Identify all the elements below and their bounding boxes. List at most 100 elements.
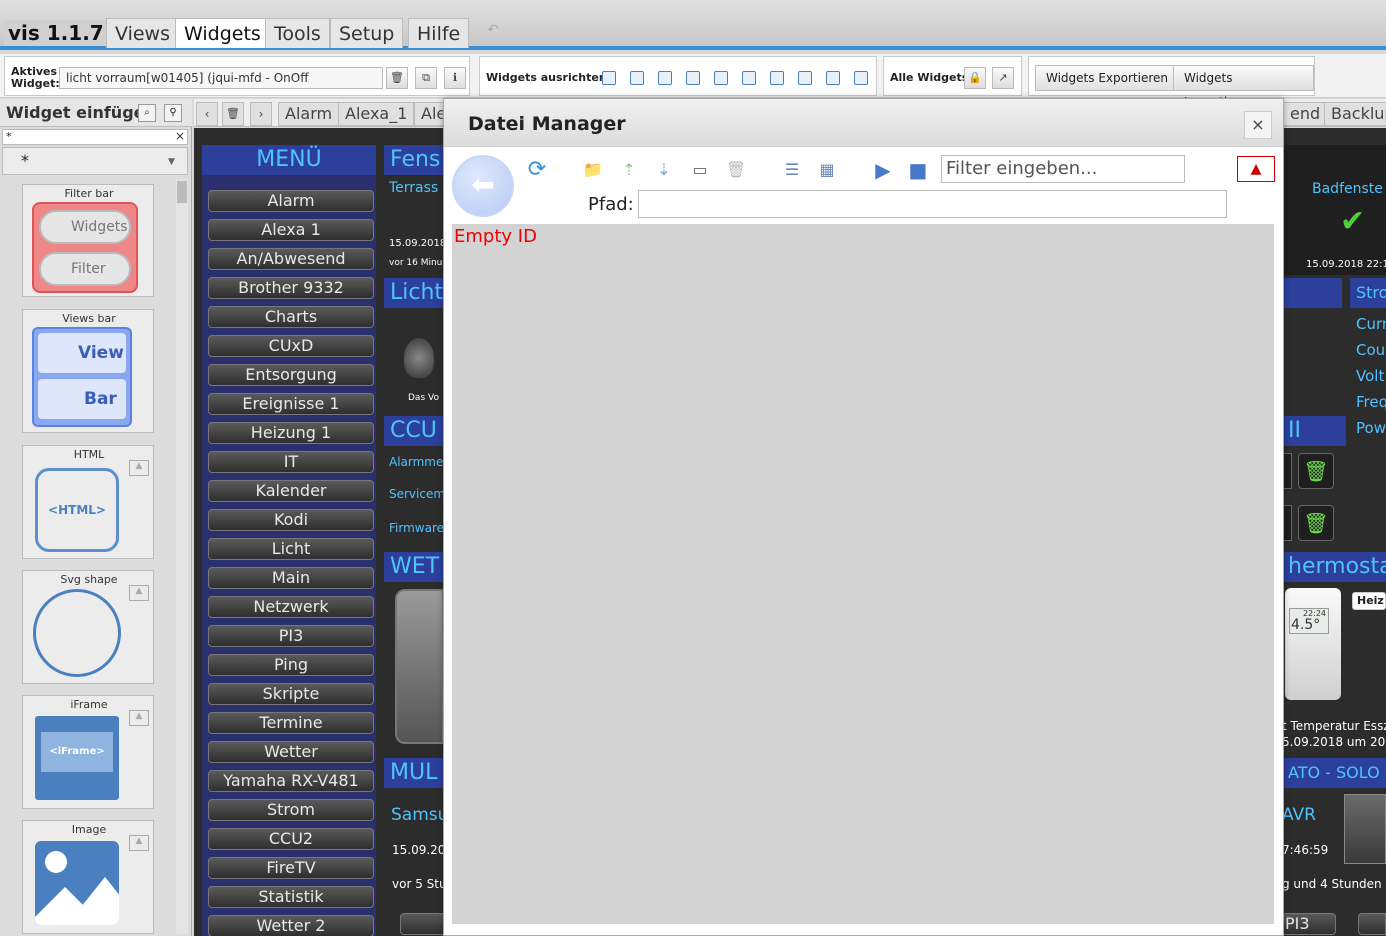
export-widgets-button[interactable]: Widgets Exportieren (1035, 65, 1179, 91)
download-icon[interactable]: ⇣ (651, 157, 677, 183)
delete-widget-icon[interactable]: 🗑 (386, 67, 408, 89)
trash-icon[interactable]: 🗑 (1298, 453, 1334, 489)
align-top-icon[interactable] (658, 71, 672, 85)
align-right-icon[interactable] (630, 71, 644, 85)
align-center-v-icon[interactable] (742, 71, 756, 85)
copy-widget-icon[interactable]: ⧉ (415, 67, 437, 89)
nav-button-partial[interactable] (400, 913, 444, 935)
warning-icon[interactable]: ▲ (1237, 156, 1275, 182)
weather-icon (395, 589, 444, 744)
trash-icon[interactable]: 🗑 (1298, 505, 1334, 541)
menu-views[interactable]: Views (106, 18, 179, 48)
align-center-h-icon[interactable] (714, 71, 728, 85)
image-icon: ▲ (129, 585, 149, 601)
terrass-ago: vor 16 Minu (389, 258, 443, 268)
upload-icon[interactable]: ⇡ (616, 157, 642, 183)
tabs-prev-icon[interactable]: ‹ (196, 102, 218, 126)
active-widget-select[interactable]: licht vorraum[w01405] (jqui-mfd - OnOff (59, 67, 383, 89)
menu-button-heizung-1[interactable]: Heizung 1 (208, 422, 374, 444)
align-bottom-icon[interactable] (686, 71, 700, 85)
menu-button-entsorgung[interactable]: Entsorgung (208, 364, 374, 386)
align-left-icon[interactable] (602, 71, 616, 85)
stop-icon[interactable]: ■ (905, 157, 931, 183)
menu-button-wetter-2[interactable]: Wetter 2 (208, 915, 374, 936)
clear-filter-icon[interactable]: × (175, 129, 185, 143)
menu-button-main[interactable]: Main (208, 567, 374, 589)
tabs-next-icon[interactable]: › (250, 102, 272, 126)
menu-button-ccu2[interactable]: CCU2 (208, 828, 374, 850)
menu-button-kalender[interactable]: Kalender (208, 480, 374, 502)
path-input[interactable] (638, 190, 1227, 218)
menu-button-strom[interactable]: Strom (208, 799, 374, 821)
undo-icon[interactable]: ↶ (478, 22, 508, 46)
distribute-h-icon[interactable] (770, 71, 784, 85)
menu-button-wetter[interactable]: Wetter (208, 741, 374, 763)
same-width-icon[interactable] (826, 71, 840, 85)
menu-setup[interactable]: Setup (330, 18, 404, 48)
menu-button-yamaha-rx-v481[interactable]: Yamaha RX-V481 (208, 770, 374, 792)
widget-filter-input[interactable]: * (2, 129, 188, 145)
menu-button-brother-9332[interactable]: Brother 9332 (208, 277, 374, 299)
badfenster-date: 15.09.2018 22:17 (1306, 259, 1386, 270)
widget-card-svg-shape[interactable]: Svg shape ▲ (22, 570, 154, 684)
widget-set-select[interactable]: * (2, 147, 188, 175)
menu-button-firetv[interactable]: FireTV (208, 857, 374, 879)
menu-button-cuxd[interactable]: CUxD (208, 335, 374, 357)
file-list-area[interactable]: Empty ID (452, 224, 1274, 924)
menu-button-it[interactable]: IT (208, 451, 374, 473)
grid-view-icon[interactable]: ▦ (814, 157, 840, 183)
distribute-v-icon[interactable] (798, 71, 812, 85)
view-tab-backlup[interactable]: Backlup (1324, 102, 1386, 126)
play-icon[interactable]: ▶ (870, 157, 896, 183)
menu-button-kodi[interactable]: Kodi (208, 509, 374, 531)
heizung-badge[interactable]: Heiz (1352, 592, 1386, 610)
import-widgets-button[interactable]: Widgets Importieren (1173, 65, 1314, 109)
pin-icon[interactable]: ⚲ (164, 104, 182, 122)
info-icon[interactable]: ℹ (444, 67, 466, 89)
back-arrow-icon[interactable]: ⬅ (452, 155, 514, 217)
pi3-button[interactable]: PI3 (1282, 913, 1336, 935)
same-height-icon[interactable] (854, 71, 868, 85)
avr-label: AVR (1282, 805, 1316, 825)
nav-button-partial[interactable] (1358, 913, 1386, 935)
widget-card-image[interactable]: Image ▲ (22, 820, 154, 934)
menu-button-licht[interactable]: Licht (208, 538, 374, 560)
menu-button-termine[interactable]: Termine (208, 712, 374, 734)
list-view-icon[interactable]: ☰ (779, 157, 805, 183)
view-tab-alarm[interactable]: Alarm (278, 102, 340, 126)
menu-button-alexa-1[interactable]: Alexa 1 (208, 219, 374, 241)
delete-icon[interactable]: 🗑 (723, 157, 749, 183)
filter-input[interactable]: Filter eingeben... (941, 155, 1185, 183)
menu-button-an-abwesend[interactable]: An/Abwesend (208, 248, 374, 270)
lightbulb-icon[interactable] (404, 338, 434, 378)
menu-button-alarm[interactable]: Alarm (208, 190, 374, 212)
view-tab-end[interactable]: end (1284, 102, 1328, 126)
search-icon[interactable]: ⌕ (138, 104, 156, 122)
close-icon[interactable]: × (1244, 111, 1272, 139)
menu-button-ereignisse-1[interactable]: Ereignisse 1 (208, 393, 374, 415)
widget-card-filter-bar[interactable]: Filter bar Widgets Filter (22, 184, 154, 297)
panel-scrollbar[interactable] (176, 179, 188, 934)
menu-button-ping[interactable]: Ping (208, 654, 374, 676)
menu-widgets[interactable]: Widgets (175, 18, 270, 48)
widget-card-iframe[interactable]: iFrame <iFrame> ▲ (22, 695, 154, 809)
menu-button-charts[interactable]: Charts (208, 306, 374, 328)
menu-hilfe[interactable]: Hilfe (408, 18, 470, 48)
menu-button-pi3[interactable]: PI3 (208, 625, 374, 647)
menu-tools[interactable]: Tools (265, 18, 330, 48)
tabs-trash-icon[interactable]: 🗑 (222, 102, 244, 126)
lock-icon[interactable]: 🔒 (964, 67, 986, 89)
refresh-icon[interactable]: ⟳ (524, 157, 550, 183)
external-link-icon[interactable]: ↗ (992, 67, 1014, 89)
section-multimedia: MUL (384, 758, 444, 788)
rename-icon[interactable]: ▭ (687, 157, 713, 183)
new-folder-icon[interactable]: 📁 (580, 157, 606, 183)
view-tab-alexa-1[interactable]: Alexa_1 (338, 102, 415, 126)
widget-card-html[interactable]: HTML <HTML> ▲ (22, 445, 154, 559)
menu-button-statistik[interactable]: Statistik (208, 886, 374, 908)
menu-button-netzwerk[interactable]: Netzwerk (208, 596, 374, 618)
menu-button-skripte[interactable]: Skripte (208, 683, 374, 705)
panel-scrollbar-thumb[interactable] (177, 181, 187, 203)
widget-card-views-bar[interactable]: Views bar View Bar (22, 309, 154, 433)
thermostat-device-icon[interactable]: 22:24 4.5° (1285, 588, 1341, 700)
